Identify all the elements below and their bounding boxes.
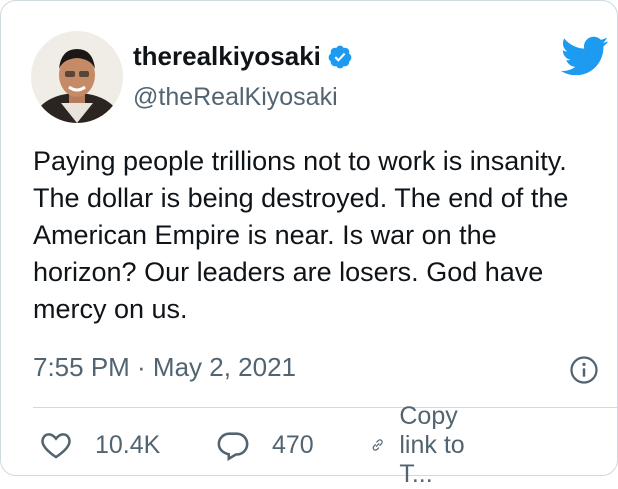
like-count: 10.4K — [95, 430, 161, 459]
author-handle[interactable]: @theRealKiyosaki — [133, 83, 338, 112]
divider — [33, 407, 618, 408]
tweet-timestamp[interactable]: 7:55 PM · May 2, 2021 — [33, 352, 296, 383]
reply-icon — [217, 432, 249, 461]
tweet-line: American Empire is near. Is war on the — [33, 220, 497, 250]
heart-icon — [41, 433, 71, 459]
author-display-name[interactable]: therealkiyosaki — [133, 41, 353, 72]
tweet-text: Paying people trillions not to work is i… — [33, 143, 603, 328]
copy-link-button[interactable]: Copy link to T... — [370, 402, 476, 488]
tweet-line: Paying people trillions not to work is i… — [33, 146, 567, 176]
avatar[interactable] — [31, 31, 123, 123]
tweet-line: horizon? Our leaders are losers. God hav… — [33, 257, 544, 287]
like-button[interactable]: 10.4K — [39, 425, 160, 465]
copy-link-label: Copy link to T... — [399, 401, 465, 488]
tweet-card: therealkiyosaki @theRealKiyosaki Paying … — [0, 0, 618, 488]
twitter-bird-icon[interactable] — [559, 35, 609, 77]
verified-badge-icon — [327, 44, 353, 70]
tweet-line: The dollar is being destroyed. The end o… — [33, 183, 569, 213]
info-icon[interactable] — [569, 355, 599, 385]
reply-button[interactable]: 470 — [216, 425, 314, 465]
author-name-text[interactable]: therealkiyosaki — [133, 41, 321, 72]
link-icon — [372, 439, 383, 451]
tweet-line: mercy on us. — [33, 294, 188, 324]
reply-count: 470 — [272, 430, 314, 459]
